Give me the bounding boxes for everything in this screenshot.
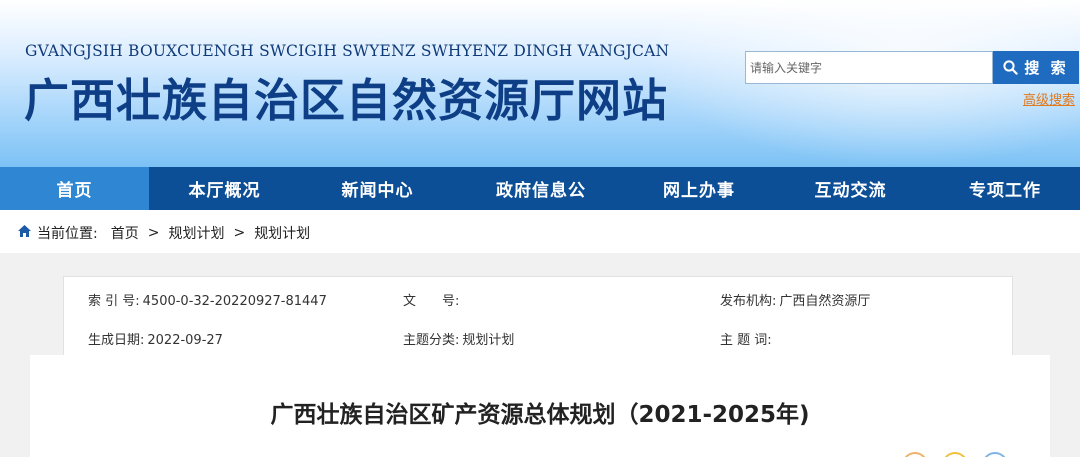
search-icon <box>1003 60 1019 75</box>
search-button-label: 搜 索 <box>1024 59 1069 77</box>
info-publisher-value: 广西自然资源厅 <box>779 294 871 309</box>
info-category: 主题分类: 规划计划 <box>403 329 514 348</box>
main-nav: 首页 本厅概况 新闻中心 政府信息公 网上办事 互动交流 专项工作 <box>0 167 1080 210</box>
info-index: 索 引 号: 4500-0-32-20220927-81447 <box>88 290 327 309</box>
breadcrumb-item-home[interactable]: 首页 <box>111 223 139 243</box>
breadcrumb-prefix: 当前位置: <box>37 226 98 242</box>
search-input[interactable] <box>745 51 993 84</box>
info-date-label: 生成日期: <box>88 333 145 348</box>
info-date: 生成日期: 2022-09-27 <box>88 329 223 348</box>
advanced-search-link[interactable]: 高级搜索 <box>1023 89 1075 108</box>
nav-item-news[interactable]: 新闻中心 <box>300 167 455 210</box>
site-title[interactable]: 广西壮族自治区自然资源厅网站 <box>24 64 668 129</box>
document-title: 广西壮族自治区矿产资源总体规划（2021-2025年) <box>270 402 810 428</box>
info-category-value: 规划计划 <box>462 333 515 348</box>
info-index-label: 索 引 号: <box>88 294 140 309</box>
info-index-value: 4500-0-32-20220927-81447 <box>142 294 327 309</box>
info-keywords-label: 主 题 词: <box>720 333 772 348</box>
nav-item-about[interactable]: 本厅概况 <box>149 167 300 210</box>
info-keywords: 主 题 词: <box>720 329 775 348</box>
nav-item-gov-info[interactable]: 政府信息公 <box>455 167 627 210</box>
site-subtitle: GVANGJSIH BOUXCUENGH SWCIGIH SWYENZ SWHY… <box>25 42 670 60</box>
breadcrumb-separator: > <box>233 225 246 241</box>
info-date-value: 2022-09-27 <box>147 333 223 348</box>
nav-item-interaction[interactable]: 互动交流 <box>771 167 930 210</box>
breadcrumb-item-current[interactable]: 规划计划 <box>254 223 310 243</box>
info-category-label: 主题分类: <box>403 333 460 348</box>
nav-item-online-service[interactable]: 网上办事 <box>627 167 771 210</box>
breadcrumb-item-plan[interactable]: 规划计划 <box>168 223 224 243</box>
info-doc-no: 文 号: <box>403 290 462 309</box>
info-doc-no-label: 文 号: <box>403 294 460 309</box>
document-info-panel: 索 引 号: 4500-0-32-20220927-81447 文 号: 发布机构… <box>63 276 1013 356</box>
nav-item-special-work[interactable]: 专项工作 <box>930 167 1080 210</box>
breadcrumb-separator: > <box>147 225 160 241</box>
home-icon <box>17 224 32 242</box>
search-button[interactable]: 搜 索 <box>993 51 1079 84</box>
info-publisher: 发布机构: 广西自然资源厅 <box>720 290 870 309</box>
nav-item-home[interactable]: 首页 <box>0 167 149 210</box>
breadcrumb: 当前位置: 首页 > 规划计划 > 规划计划 <box>17 222 310 244</box>
info-publisher-label: 发布机构: <box>720 294 777 309</box>
site-header: GVANGJSIH BOUXCUENGH SWCIGIH SWYENZ SWHY… <box>0 0 1080 167</box>
